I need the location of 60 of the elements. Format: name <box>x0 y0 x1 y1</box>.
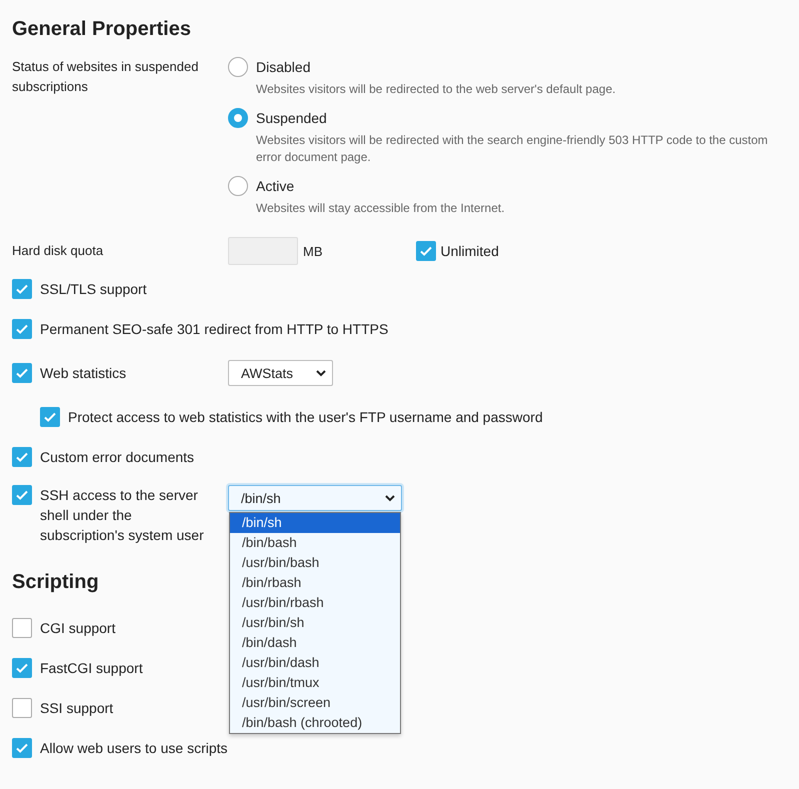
dropdown-option[interactable]: /bin/rbash <box>230 573 400 593</box>
checkbox[interactable] <box>12 279 32 299</box>
check-icon <box>15 322 29 336</box>
caret-icon <box>316 370 326 376</box>
checkbox-label: FastCGI support <box>40 660 143 676</box>
checkbox[interactable] <box>12 658 32 678</box>
checkbox-label: Custom error documents <box>40 449 194 465</box>
field-label: Status of websites in suspended subscriptions <box>12 58 200 96</box>
option-description: Websites visitors will be redirected with the search engine-friendly 503 HTTP code to the custom error document page. <box>256 132 769 166</box>
dropdown-option[interactable]: /usr/bin/bash <box>230 553 400 573</box>
dropdown-option[interactable]: /usr/bin/screen <box>230 693 400 713</box>
check-icon <box>15 366 29 380</box>
dropdown-option[interactable]: /usr/bin/dash <box>230 653 400 673</box>
radio-button[interactable] <box>228 176 248 196</box>
radio-button[interactable] <box>228 57 248 77</box>
option-description: Websites will stay accessible from the Internet. <box>256 200 506 217</box>
checkbox[interactable] <box>12 485 32 505</box>
checkbox[interactable] <box>12 698 32 718</box>
checkbox-label: Unlimited <box>440 243 499 259</box>
checkbox-label: SSI support <box>40 700 114 716</box>
dropdown-option[interactable]: /usr/bin/sh <box>230 613 400 633</box>
checkbox[interactable] <box>12 447 32 467</box>
check-icon <box>43 410 57 424</box>
check-icon <box>15 741 29 755</box>
checkbox-label: Allow web users to use scripts <box>40 740 228 756</box>
checkbox[interactable] <box>12 363 32 383</box>
section-title: Scripting <box>12 571 99 594</box>
check-icon <box>418 244 432 258</box>
option-description: Websites visitors will be redirected to the web server's default page. <box>256 81 617 98</box>
checkbox-label: SSL/TLS support <box>40 281 147 297</box>
dropdown-option[interactable]: /usr/bin/tmux <box>230 673 400 693</box>
dropdown-option[interactable]: /bin/bash (chrooted) <box>230 713 400 733</box>
check-icon <box>15 488 29 502</box>
check-icon <box>15 661 29 675</box>
checkbox[interactable] <box>12 618 32 638</box>
dropdown-option[interactable]: /bin/dash <box>230 633 400 653</box>
checkbox[interactable] <box>416 241 436 261</box>
checkbox-label: CGI support <box>40 620 116 636</box>
dropdown-option[interactable]: /bin/sh <box>230 513 400 533</box>
checkbox-label: Protect access to web statistics with the user's FTP username and password <box>68 409 543 425</box>
radio-label: Active <box>256 178 294 194</box>
radio-label: Suspended <box>256 110 327 126</box>
checkbox-label: Web statistics <box>40 365 126 381</box>
checkbox-label: SSH access to the server shell under the subscription's system user <box>40 486 205 545</box>
checkbox-label: Permanent SEO-safe 301 redirect from HTTP to HTTPS <box>40 321 388 337</box>
quota-input[interactable] <box>228 237 298 265</box>
section-title: General Properties <box>12 18 191 41</box>
unit-label: MB <box>303 244 322 258</box>
checkbox[interactable] <box>12 319 32 339</box>
stats-select[interactable]: AWStats <box>228 360 333 386</box>
checkbox[interactable] <box>12 738 32 758</box>
radio-label: Disabled <box>256 59 310 75</box>
dropdown-option[interactable]: /usr/bin/rbash <box>230 593 400 613</box>
field-label: Hard disk quota <box>12 242 104 260</box>
checkbox[interactable] <box>40 407 60 427</box>
caret-icon <box>385 494 395 502</box>
dropdown-option[interactable]: /bin/bash <box>230 533 400 553</box>
check-icon <box>15 450 29 464</box>
check-icon <box>15 282 29 296</box>
radio-button[interactable] <box>228 108 248 128</box>
